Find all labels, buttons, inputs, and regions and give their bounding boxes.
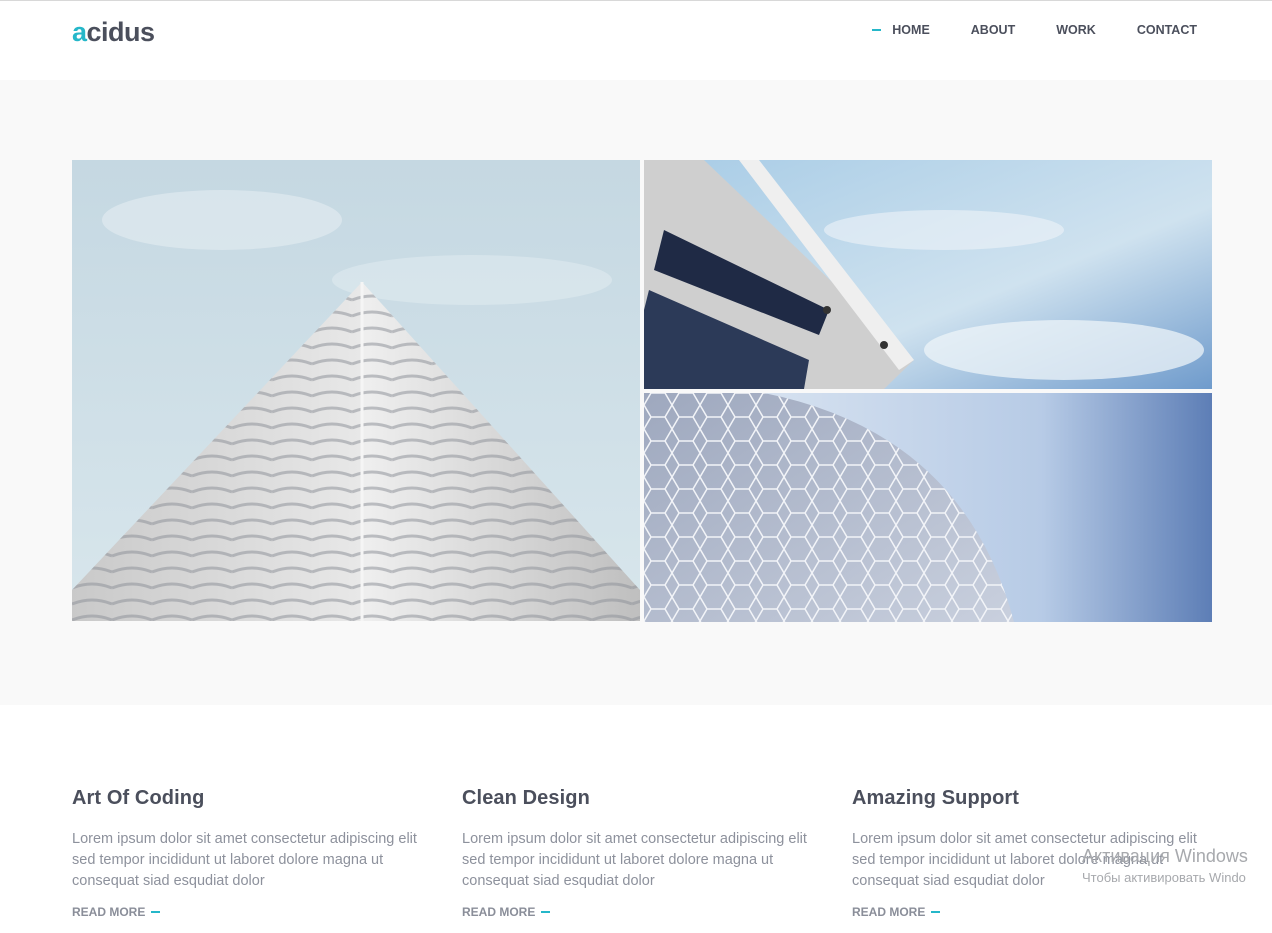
feature-description: Lorem ipsum dolor sit amet consectetur a… xyxy=(72,831,417,889)
dash-icon xyxy=(151,911,161,913)
hexagon-dome-photo xyxy=(644,393,1212,622)
feature-description: Lorem ipsum dolor sit amet consectetur a… xyxy=(462,831,807,889)
logo-text: cidus xyxy=(86,17,156,47)
logo-accent-letter: a xyxy=(72,17,87,47)
features-section: Art Of Coding Lorem ipsum dolor sit amet… xyxy=(0,705,1272,933)
windows-activation-watermark: Активация Windows Чтобы активировать Win… xyxy=(1082,846,1248,885)
hero-gallery xyxy=(0,80,1272,705)
read-more-link[interactable]: READ MORE xyxy=(72,905,442,919)
feature-title: Amazing Support xyxy=(852,787,1020,809)
watermark-title: Активация Windows xyxy=(1082,846,1248,866)
read-more-label: READ MORE xyxy=(462,905,536,919)
nav-label-contact: CONTACT xyxy=(1136,23,1197,37)
nav-item-home[interactable]: HOME xyxy=(872,23,930,37)
nav-label-home: HOME xyxy=(892,23,930,37)
dash-icon xyxy=(931,911,941,913)
read-more-label: READ MORE xyxy=(852,905,926,919)
nav-item-work[interactable]: WORK xyxy=(1056,23,1096,37)
watermark-subtitle: Чтобы активировать Windo xyxy=(1082,870,1246,885)
read-more-link[interactable]: READ MORE xyxy=(852,905,1222,919)
curved-facade-photo xyxy=(644,160,1212,389)
feature-title: Art Of Coding xyxy=(72,787,205,809)
feature-card: Art Of Coding Lorem ipsum dolor sit amet… xyxy=(72,787,442,919)
nav-label-about: ABOUT xyxy=(970,23,1016,37)
logo[interactable]: acidus xyxy=(72,17,155,48)
read-more-link[interactable]: READ MORE xyxy=(462,905,832,919)
active-indicator-dash xyxy=(872,29,882,31)
nav-label-work: WORK xyxy=(1056,23,1096,37)
read-more-label: READ MORE xyxy=(72,905,146,919)
nav-item-contact[interactable]: CONTACT xyxy=(1137,23,1197,37)
feature-title: Clean Design xyxy=(462,787,590,809)
dash-icon xyxy=(541,911,551,913)
site-header: acidus HOME ABOUT WORK CONTACT xyxy=(0,1,1272,80)
main-nav: HOME ABOUT WORK CONTACT xyxy=(872,23,1197,37)
pyramid-building-photo xyxy=(72,160,640,621)
nav-item-about[interactable]: ABOUT xyxy=(971,23,1015,37)
feature-card: Clean Design Lorem ipsum dolor sit amet … xyxy=(462,787,832,919)
